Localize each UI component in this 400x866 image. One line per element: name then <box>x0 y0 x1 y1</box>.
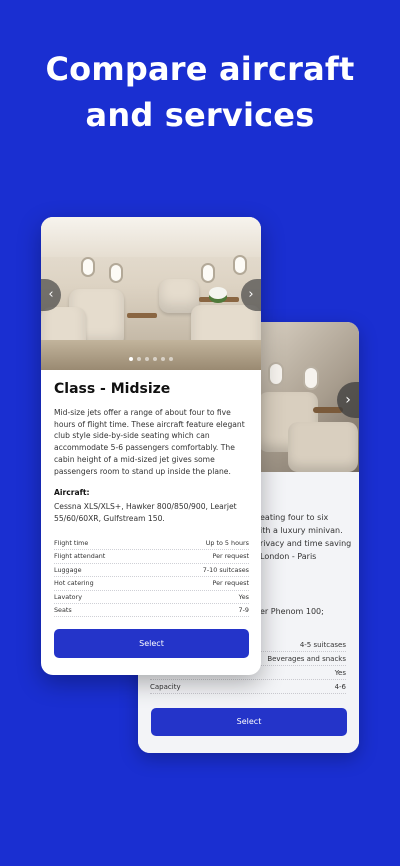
spec-row-hot-catering: Hot catering Per request <box>54 577 249 591</box>
headline: Compare aircraft and services <box>0 46 400 138</box>
spec-table: Flight time Up to 5 hours Flight attenda… <box>54 537 249 618</box>
chevron-right-icon: › <box>248 287 254 302</box>
description-fragment: eating four to six <box>260 513 329 522</box>
headline-line-1: Compare aircraft <box>45 50 355 88</box>
pagination-dot[interactable] <box>153 357 157 361</box>
spec-label: Lavatory <box>54 592 82 601</box>
photo-pagination-dots <box>41 357 261 361</box>
class-title: Class - Midsize <box>54 381 171 397</box>
spec-value: 7-10 suitcases <box>202 565 249 574</box>
select-button[interactable]: Select <box>54 629 249 658</box>
spec-row-flight-attendant: Flight attendant Per request <box>54 550 249 564</box>
cabin-photo <box>41 217 261 370</box>
spec-value: Per request <box>212 579 249 588</box>
description-fragment: ith a luxury minivan. <box>260 526 343 535</box>
spec-label: Luggage <box>54 565 82 574</box>
spec-value: Yes <box>238 592 249 601</box>
spec-value: 7-9 <box>238 605 249 614</box>
spec-row-lavatory: Lavatory Yes <box>54 591 249 604</box>
pagination-dot[interactable] <box>129 357 133 361</box>
headline-line-2: and services <box>85 96 315 134</box>
class-description: Mid-size jets offer a range of about fou… <box>54 408 245 476</box>
spec-row: Capacity 4-6 <box>150 681 346 694</box>
spec-value: Up to 5 hours <box>205 539 249 547</box>
chevron-left-icon: ‹ <box>48 287 54 302</box>
pagination-dot[interactable] <box>145 357 149 361</box>
spec-row-seats: Seats 7-9 <box>54 604 249 618</box>
pagination-dot[interactable] <box>137 357 141 361</box>
description-fragment: rivacy and time saving <box>260 539 352 548</box>
spec-label: Seats <box>54 605 72 614</box>
pagination-dot[interactable] <box>169 357 173 361</box>
spec-label: Hot catering <box>54 579 94 588</box>
spec-row-luggage: Luggage 7-10 suitcases <box>54 564 249 578</box>
spec-value: Per request <box>212 552 249 561</box>
chevron-right-icon: › <box>345 392 351 408</box>
pagination-dot[interactable] <box>161 357 165 361</box>
aircraft-list-fragment: er Phenom 100; <box>260 607 324 616</box>
spec-row-flight-time: Flight time Up to 5 hours <box>54 537 249 551</box>
aircraft-card-midsize[interactable]: ‹ › Class - Midsize Mid-size jets offer … <box>41 217 261 675</box>
spec-label: Flight attendant <box>54 552 106 561</box>
aircraft-label: Aircraft: <box>54 488 90 497</box>
select-button[interactable]: Select <box>151 708 347 736</box>
description-fragment: London - Paris <box>260 552 317 561</box>
aircraft-list: Cessna XLS/XLS+, Hawker 800/850/900, Lea… <box>54 502 237 523</box>
spec-label: Flight time <box>54 539 89 547</box>
